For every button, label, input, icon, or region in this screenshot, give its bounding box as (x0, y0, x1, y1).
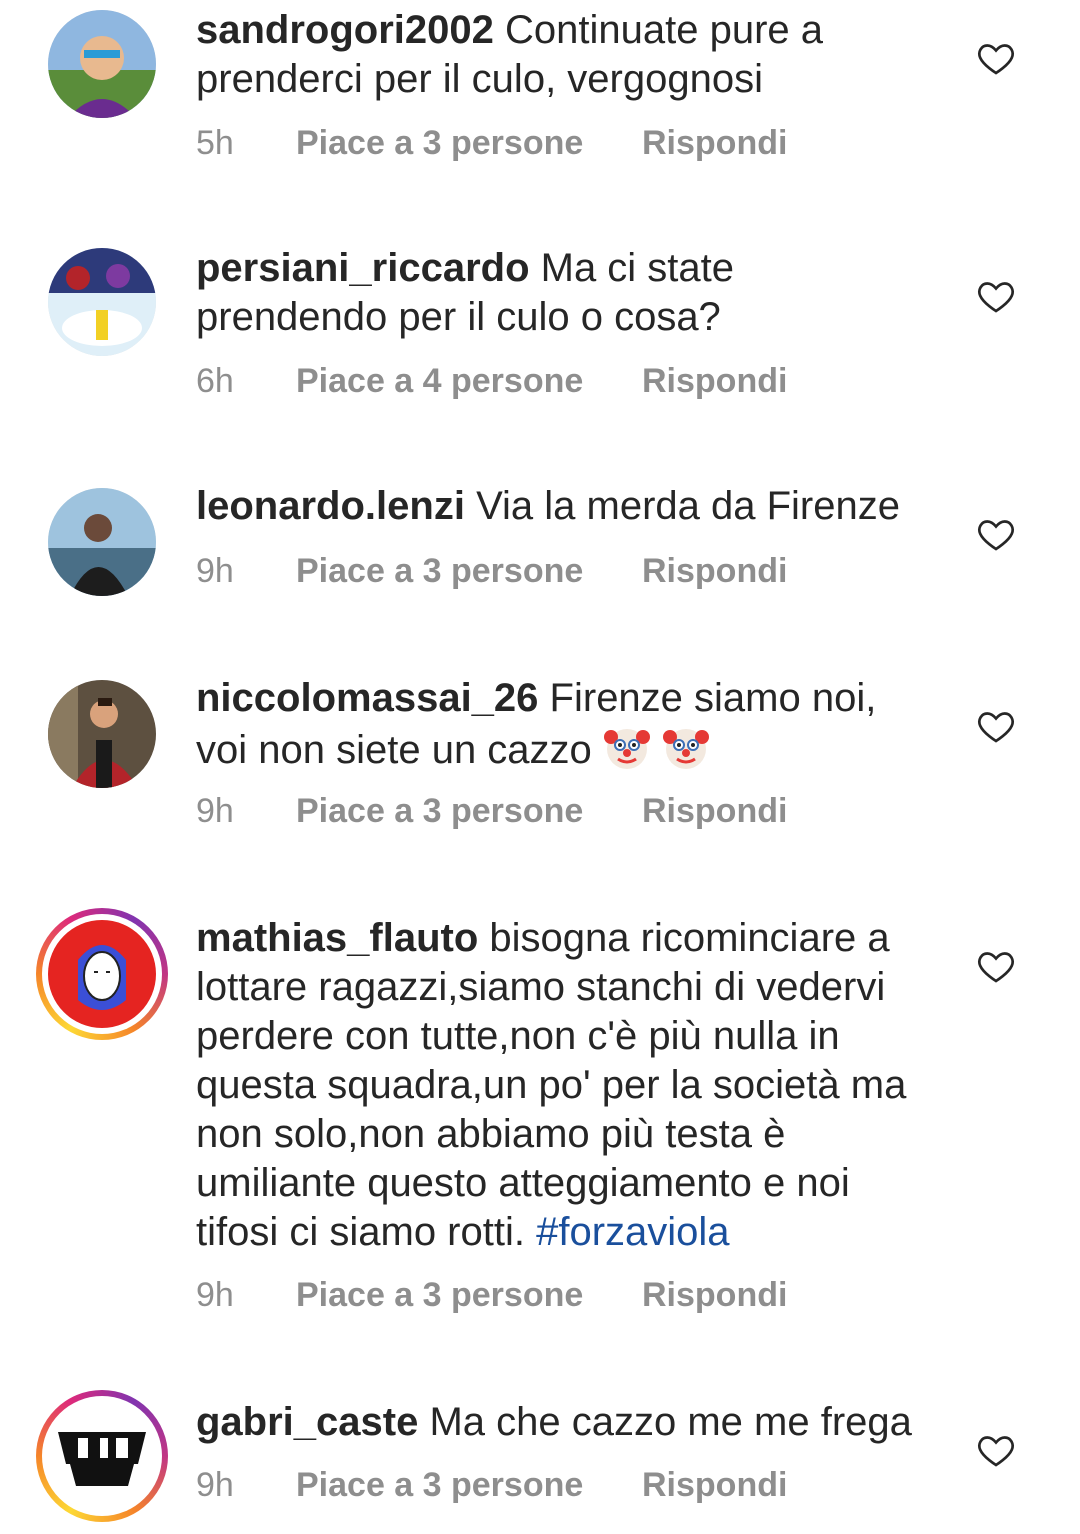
avatar[interactable] (48, 680, 156, 788)
comment-time: 9h (196, 1466, 234, 1504)
reply-button[interactable]: Rispondi (642, 362, 787, 401)
comment-time: 6h (196, 362, 234, 400)
comment-username[interactable]: gabri_caste (196, 1400, 418, 1444)
clown-face-emoji (603, 729, 650, 769)
avatar[interactable] (48, 10, 156, 118)
comment-text: Via la merda da Firenze (476, 484, 900, 528)
comment-username[interactable]: niccolomassai_26 (196, 676, 538, 720)
hashtag-link[interactable]: #forzaviola (536, 1210, 729, 1254)
comment-time: 9h (196, 1276, 234, 1314)
comment-username[interactable]: mathias_flauto (196, 916, 478, 960)
avatar[interactable] (48, 248, 156, 356)
avatar[interactable] (48, 488, 156, 596)
heart-outline-icon[interactable] (976, 1430, 1016, 1470)
likes-count-link[interactable]: Piace a 3 persone (296, 1276, 583, 1315)
heart-outline-icon[interactable] (976, 946, 1016, 986)
likes-count-link[interactable]: Piace a 4 persone (296, 362, 583, 401)
avatar (48, 920, 156, 1028)
clown-face-emoji (663, 729, 710, 769)
avatar-story-ring[interactable] (36, 1390, 168, 1522)
avatar (48, 1402, 156, 1510)
comment-time: 5h (196, 124, 234, 162)
reply-button[interactable]: Rispondi (642, 792, 787, 831)
reply-button[interactable]: Rispondi (642, 124, 787, 163)
comment-text: bisogna ricominciare a lottare ragazzi,s… (196, 916, 907, 1254)
heart-outline-icon[interactable] (976, 706, 1016, 746)
likes-count-link[interactable]: Piace a 3 persone (296, 552, 583, 591)
reply-button[interactable]: Rispondi (642, 1276, 787, 1315)
likes-count-link[interactable]: Piace a 3 persone (296, 1466, 583, 1505)
reply-button[interactable]: Rispondi (642, 1466, 787, 1505)
comment-time: 9h (196, 792, 234, 830)
avatar-story-ring[interactable] (36, 908, 168, 1040)
comment-text: Ma che cazzo me me frega (429, 1400, 912, 1444)
comment-time: 9h (196, 552, 234, 590)
heart-outline-icon[interactable] (976, 38, 1016, 78)
comment-username[interactable]: persiani_riccardo (196, 246, 530, 290)
heart-outline-icon[interactable] (976, 276, 1016, 316)
reply-button[interactable]: Rispondi (642, 552, 787, 591)
likes-count-link[interactable]: Piace a 3 persone (296, 124, 583, 163)
comment-username[interactable]: leonardo.lenzi (196, 484, 465, 528)
comment-username[interactable]: sandrogori2002 (196, 8, 494, 52)
likes-count-link[interactable]: Piace a 3 persone (296, 792, 583, 831)
heart-outline-icon[interactable] (976, 514, 1016, 554)
